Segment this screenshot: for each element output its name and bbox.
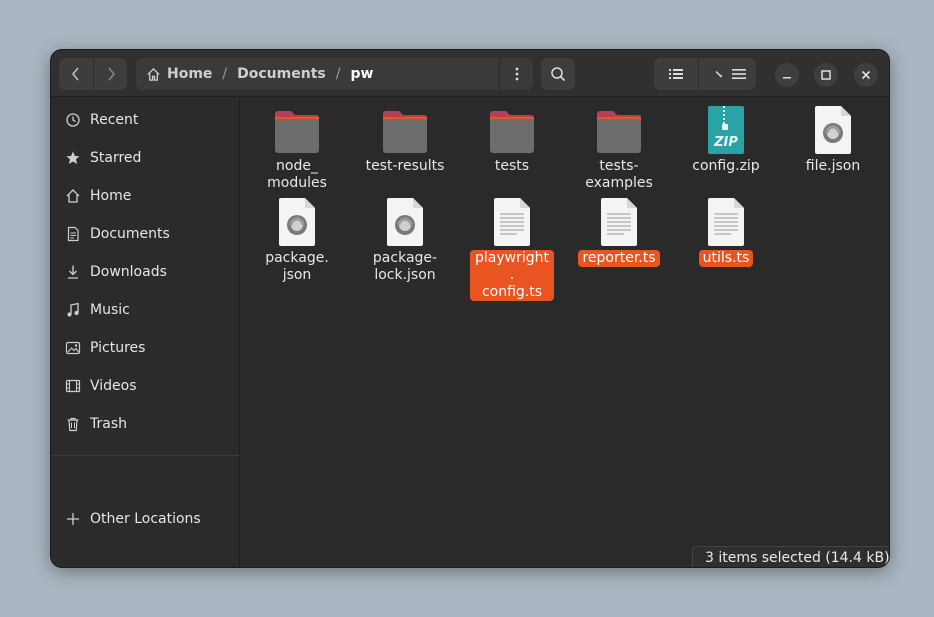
sidebar-item-label: Downloads (90, 264, 167, 280)
minimize-button[interactable] (775, 63, 799, 87)
sidebar-item-trash[interactable]: Trash (51, 408, 240, 440)
hamburger-menu-icon (732, 69, 746, 79)
folder-icon (488, 106, 536, 154)
document-icon (65, 226, 81, 242)
file-item-node-modules[interactable]: node_ modules (243, 106, 351, 192)
path-bar: Home / Documents / pw (136, 58, 533, 90)
folder-icon (381, 106, 429, 154)
breadcrumb-separator: / (335, 66, 341, 82)
sidebar-item-recent[interactable]: Recent (51, 104, 240, 136)
download-icon (65, 264, 81, 280)
text-file-icon (702, 198, 750, 246)
star-icon (65, 150, 81, 166)
sidebar: Recent Starred Home Documents Downloads … (51, 98, 240, 567)
file-name: file.json (805, 158, 861, 174)
json-file-icon (809, 106, 857, 154)
status-bar: 3 items selected (14.4 kB) (692, 546, 889, 567)
sidebar-item-documents[interactable]: Documents (51, 218, 240, 250)
sidebar-divider (51, 455, 240, 456)
sidebar-item-pictures[interactable]: Pictures (51, 332, 240, 364)
sidebar-item-label: Videos (90, 378, 137, 394)
chevron-left-icon (72, 67, 79, 81)
file-item-test-results[interactable]: test-results (351, 106, 459, 175)
video-icon (65, 378, 81, 394)
forward-button[interactable] (93, 58, 127, 90)
search-button[interactable] (541, 58, 575, 90)
file-name: playwright. config.ts (470, 250, 554, 301)
file-name: tests (494, 158, 530, 174)
sidebar-item-label: Starred (90, 150, 142, 166)
file-item-package-json[interactable]: package. json (243, 198, 351, 284)
breadcrumb-separator: / (222, 66, 228, 82)
sidebar-item-starred[interactable]: Starred (51, 142, 240, 174)
sidebar-item-label: Other Locations (90, 511, 201, 527)
sidebar-item-label: Pictures (90, 340, 146, 356)
close-icon (861, 70, 871, 80)
close-button[interactable] (854, 63, 878, 87)
search-icon (551, 67, 566, 82)
plus-icon (65, 511, 81, 527)
breadcrumb-documents[interactable]: Documents (237, 66, 326, 82)
file-item-tests[interactable]: tests (458, 106, 566, 175)
file-item-playwright-config-ts[interactable]: playwright. config.ts (458, 198, 566, 301)
header-bar: Home / Documents / pw (51, 50, 889, 97)
breadcrumb-home[interactable]: Home (146, 66, 212, 82)
list-view-icon (669, 69, 683, 79)
picture-icon (65, 340, 81, 356)
file-item-config-zip[interactable]: ZIP config.zip (672, 106, 780, 175)
clock-icon (65, 112, 81, 128)
file-name: reporter.ts (578, 250, 660, 267)
sidebar-item-label: Recent (90, 112, 139, 128)
sidebar-item-other-locations[interactable]: Other Locations (51, 503, 240, 535)
chevron-right-icon (107, 67, 115, 81)
sidebar-item-label: Trash (90, 416, 127, 432)
sidebar-item-label: Home (90, 188, 132, 204)
breadcrumb-home-label: Home (167, 66, 213, 82)
file-name: package. json (265, 250, 329, 283)
json-file-icon (273, 198, 321, 246)
main-menu-button[interactable] (722, 58, 756, 90)
file-name: config.zip (692, 158, 760, 174)
file-name: test-results (365, 158, 445, 174)
sidebar-item-videos[interactable]: Videos (51, 370, 240, 402)
file-name: tests- examples (585, 158, 653, 191)
trash-icon (65, 416, 81, 432)
sidebar-item-label: Documents (90, 226, 170, 242)
sidebar-item-downloads[interactable]: Downloads (51, 256, 240, 288)
sidebar-item-music[interactable]: Music (51, 294, 240, 326)
path-menu-button[interactable] (499, 58, 533, 90)
zip-badge-text: ZIP (713, 135, 738, 150)
file-grid: node_ modules test-results tests tests- … (241, 98, 889, 567)
json-file-icon (381, 198, 429, 246)
file-name: utils.ts (698, 250, 754, 267)
file-name: node_ modules (267, 158, 327, 191)
home-icon (147, 67, 160, 81)
file-item-file-json[interactable]: file.json (779, 106, 887, 175)
folder-icon (273, 106, 321, 154)
file-item-utils-ts[interactable]: utils.ts (672, 198, 780, 267)
text-file-icon (595, 198, 643, 246)
home-icon (65, 188, 81, 204)
navigation-buttons (59, 58, 127, 90)
file-item-reporter-ts[interactable]: reporter.ts (565, 198, 673, 267)
file-name: package- lock.json (372, 250, 438, 283)
list-view-button[interactable] (654, 58, 698, 90)
file-manager-window: Home / Documents / pw Recent Starred Hom… (50, 49, 890, 568)
folder-icon (595, 106, 643, 154)
vertical-dots-icon (515, 67, 518, 81)
maximize-button[interactable] (814, 63, 838, 87)
sidebar-item-label: Music (90, 302, 130, 318)
music-icon (65, 302, 81, 318)
text-file-icon (488, 198, 536, 246)
file-item-package-lock-json[interactable]: package- lock.json (351, 198, 459, 284)
sidebar-item-home[interactable]: Home (51, 180, 240, 212)
zip-archive-icon: ZIP (702, 106, 750, 154)
back-button[interactable] (59, 58, 93, 90)
breadcrumb-current[interactable]: pw (350, 66, 373, 82)
minimize-icon (783, 77, 791, 79)
maximize-icon (821, 70, 831, 80)
file-item-tests-examples[interactable]: tests- examples (565, 106, 673, 192)
